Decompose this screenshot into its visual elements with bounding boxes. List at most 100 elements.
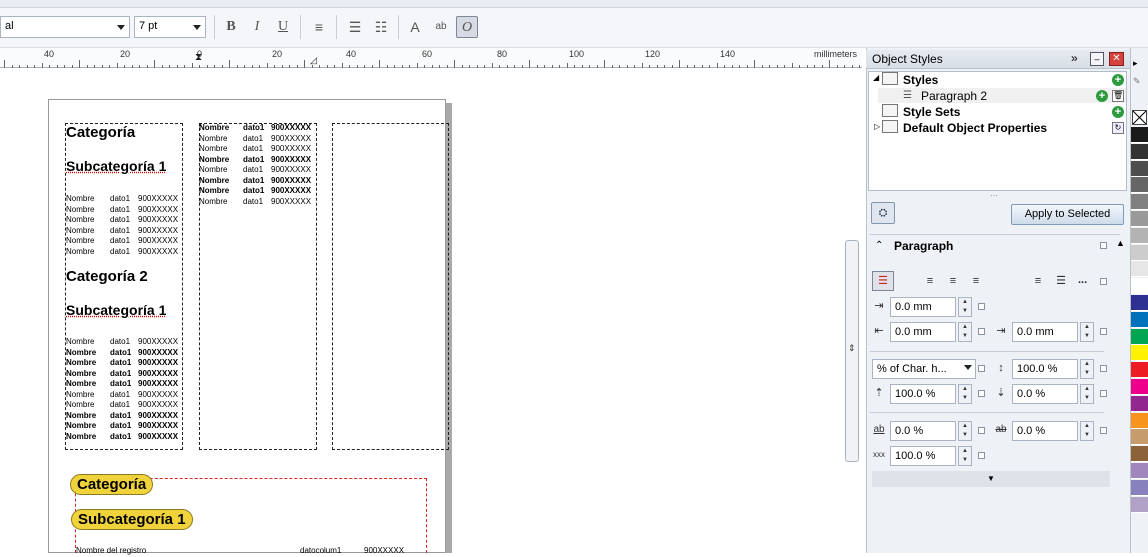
space-before-input[interactable]: 100.0 % bbox=[890, 384, 956, 404]
close-icon[interactable]: ✕ bbox=[1109, 52, 1124, 66]
field-checkbox[interactable] bbox=[1100, 390, 1107, 397]
expand-arrow-icon[interactable]: ▷ bbox=[874, 122, 880, 131]
color-swatch[interactable] bbox=[1131, 295, 1148, 311]
color-swatch[interactable] bbox=[1131, 429, 1148, 446]
font-name-combo[interactable]: al bbox=[0, 16, 130, 38]
color-swatch[interactable] bbox=[1131, 463, 1148, 479]
section-checkbox[interactable] bbox=[1100, 242, 1107, 249]
color-swatch[interactable] bbox=[1131, 127, 1148, 143]
chevron-down-icon[interactable] bbox=[964, 365, 972, 370]
no-alignment-icon[interactable]: ☰ bbox=[872, 271, 894, 291]
color-swatch[interactable] bbox=[1131, 446, 1148, 463]
minimize-icon[interactable]: – bbox=[1090, 52, 1104, 66]
indent-marker-icon[interactable]: ⧗ bbox=[195, 52, 205, 66]
character-spacing-input[interactable]: 0.0 % bbox=[890, 421, 956, 441]
bullet-list-icon[interactable]: ☰ bbox=[344, 16, 366, 38]
line-spacing-unit-select[interactable]: % of Char. h... bbox=[872, 359, 976, 379]
add-style-set-icon[interactable]: + bbox=[1112, 106, 1124, 118]
field-checkbox[interactable] bbox=[978, 427, 985, 434]
alignment-checkbox[interactable] bbox=[1100, 278, 1107, 285]
spinner[interactable]: ▲ ▼ bbox=[958, 421, 972, 441]
tree-item-style-sets[interactable]: Style Sets bbox=[903, 105, 960, 119]
align-left-icon[interactable]: ≡ bbox=[923, 274, 937, 288]
spinner[interactable]: ▲ ▼ bbox=[958, 322, 972, 342]
right-indent-input[interactable]: 0.0 mm bbox=[1012, 322, 1078, 342]
color-swatch[interactable] bbox=[1131, 479, 1148, 496]
tree-item-styles[interactable]: Styles bbox=[903, 73, 938, 87]
color-swatch[interactable] bbox=[1131, 362, 1148, 379]
field-checkbox[interactable] bbox=[978, 452, 985, 459]
resize-grip-icon[interactable]: ⋯ bbox=[990, 191, 998, 200]
spinner[interactable]: ▲ ▼ bbox=[1080, 359, 1094, 379]
field-checkbox[interactable] bbox=[978, 328, 985, 335]
field-checkbox[interactable] bbox=[1100, 427, 1107, 434]
justify-icon[interactable]: ≡ bbox=[1031, 274, 1045, 288]
text-frame-column-3[interactable] bbox=[332, 123, 449, 450]
spinner[interactable]: ▲ ▼ bbox=[958, 384, 972, 404]
splitter-grip-icon[interactable]: ⇕ bbox=[848, 343, 856, 354]
field-checkbox[interactable] bbox=[978, 365, 985, 372]
bold-button[interactable]: B bbox=[220, 16, 242, 38]
palette-scroll-icon[interactable]: ▸ bbox=[1133, 58, 1138, 69]
add-child-icon[interactable]: + bbox=[1096, 90, 1108, 102]
expand-more-button[interactable]: ▼ bbox=[872, 471, 1110, 487]
spinner[interactable]: ▲ ▼ bbox=[1080, 384, 1094, 404]
line-spacing-input[interactable]: 100.0 % bbox=[1012, 359, 1078, 379]
color-swatch[interactable] bbox=[1131, 143, 1148, 160]
tree-item-default-object-properties[interactable]: Default Object Properties bbox=[903, 121, 1047, 135]
scroll-up-icon[interactable]: ▲ bbox=[1116, 238, 1125, 248]
color-swatch[interactable] bbox=[1131, 412, 1148, 429]
align-left-icon[interactable]: ≡ bbox=[308, 16, 330, 38]
space-after-input[interactable]: 0.0 % bbox=[1012, 384, 1078, 404]
color-swatch[interactable] bbox=[1131, 328, 1148, 345]
edit-text-icon[interactable]: ab bbox=[430, 16, 452, 38]
tab-marker-icon[interactable]: ◿ bbox=[310, 55, 320, 65]
color-swatch[interactable] bbox=[1131, 227, 1148, 244]
language-spacing-input[interactable]: 100.0 % bbox=[890, 446, 956, 466]
align-right-icon[interactable]: ≡ bbox=[969, 274, 983, 288]
underline-button[interactable]: U bbox=[272, 16, 294, 38]
color-swatch[interactable] bbox=[1131, 244, 1148, 261]
drop-cap-icon[interactable]: ☷ bbox=[370, 16, 392, 38]
no-color-swatch[interactable] bbox=[1132, 110, 1147, 125]
color-swatch[interactable] bbox=[1131, 211, 1148, 227]
field-checkbox[interactable] bbox=[1100, 328, 1107, 335]
spinner[interactable]: ▲ ▼ bbox=[958, 297, 972, 317]
color-swatch[interactable] bbox=[1131, 278, 1148, 295]
reset-icon[interactable]: ↻ bbox=[1112, 122, 1124, 134]
color-swatch[interactable] bbox=[1131, 160, 1148, 177]
font-size-combo[interactable]: 7 pt bbox=[134, 16, 206, 38]
color-swatch[interactable] bbox=[1131, 345, 1148, 362]
spinner[interactable]: ▲ ▼ bbox=[958, 446, 972, 466]
italic-button[interactable]: I bbox=[246, 16, 268, 38]
collapse-section-icon[interactable]: ⌃ bbox=[875, 240, 883, 251]
style-apply-icon[interactable]: ⛭ bbox=[871, 202, 895, 224]
delete-icon[interactable]: 🗑 bbox=[1112, 90, 1124, 102]
color-swatch[interactable] bbox=[1131, 379, 1148, 395]
color-swatch[interactable] bbox=[1131, 496, 1148, 513]
field-checkbox[interactable] bbox=[1100, 365, 1107, 372]
color-swatch[interactable] bbox=[1131, 177, 1148, 194]
force-justify-icon[interactable]: ☰ bbox=[1054, 274, 1068, 288]
opentype-button[interactable]: O bbox=[456, 16, 478, 38]
align-center-icon[interactable]: ≡ bbox=[946, 274, 960, 288]
apply-to-selected-button[interactable]: Apply to Selected bbox=[1011, 204, 1124, 225]
color-swatch[interactable] bbox=[1131, 194, 1148, 211]
more-alignment-button[interactable]: ... bbox=[1078, 274, 1087, 286]
color-swatch[interactable] bbox=[1131, 395, 1148, 412]
color-swatch[interactable] bbox=[1131, 311, 1148, 328]
expand-icon[interactable]: » bbox=[1071, 51, 1078, 65]
tree-item-paragraph-2[interactable]: Paragraph 2 bbox=[921, 89, 987, 103]
pin-icon[interactable]: ✎ bbox=[1133, 76, 1141, 87]
word-spacing-input[interactable]: 0.0 % bbox=[1012, 421, 1078, 441]
color-swatch[interactable] bbox=[1131, 261, 1148, 278]
first-line-indent-input[interactable]: 0.0 mm bbox=[890, 297, 956, 317]
collapse-arrow-icon[interactable]: ◢ bbox=[873, 73, 879, 82]
spinner[interactable]: ▲ ▼ bbox=[1080, 421, 1094, 441]
field-checkbox[interactable] bbox=[978, 303, 985, 310]
add-style-icon[interactable]: + bbox=[1112, 74, 1124, 86]
character-format-icon[interactable]: A bbox=[404, 16, 426, 38]
field-checkbox[interactable] bbox=[978, 390, 985, 397]
spinner[interactable]: ▲ ▼ bbox=[1080, 322, 1094, 342]
left-indent-input[interactable]: 0.0 mm bbox=[890, 322, 956, 342]
